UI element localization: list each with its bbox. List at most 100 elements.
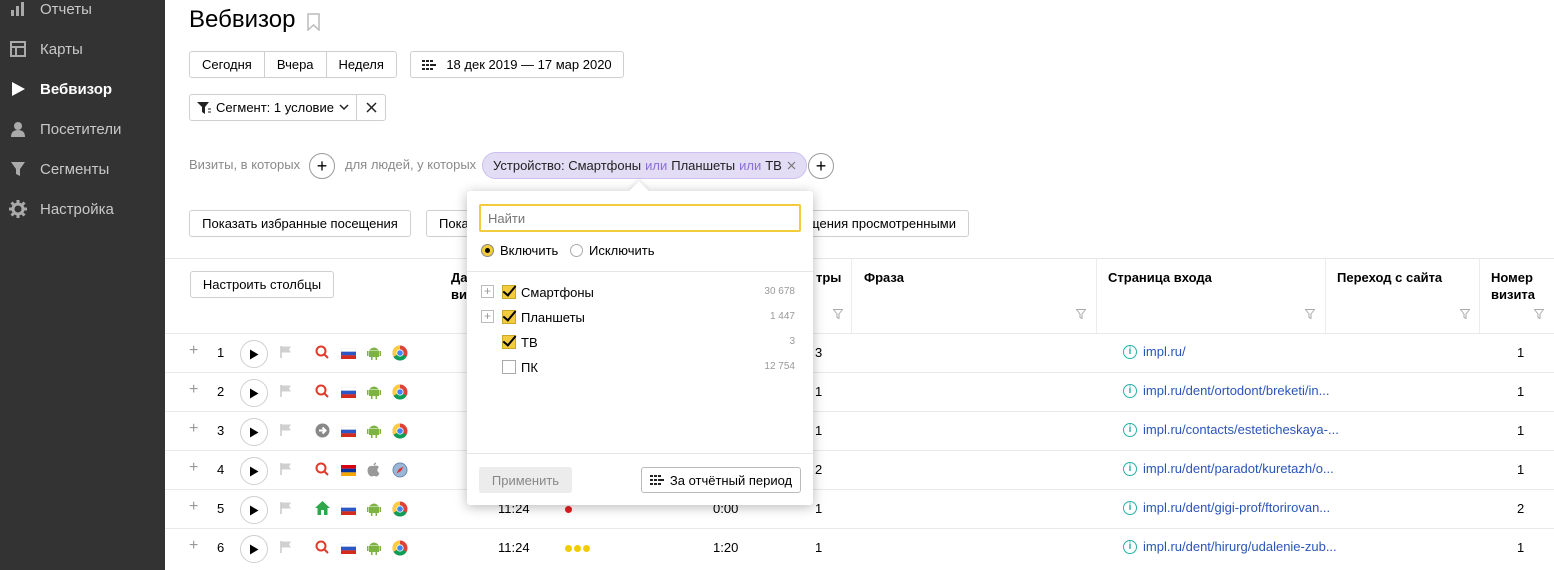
sidebar-item-webvisor[interactable]: Вебвизор	[0, 71, 165, 107]
expand-row-icon[interactable]: +	[189, 537, 198, 555]
play-icon	[9, 80, 27, 98]
flag-icon[interactable]	[280, 424, 292, 439]
page-views: 1	[815, 540, 823, 555]
flag-icon[interactable]	[280, 346, 292, 361]
android-icon	[367, 540, 381, 558]
device-condition-chip[interactable]: Устройство: Смартфоны или Планшеты или Т…	[482, 152, 807, 179]
info-icon[interactable]: i	[1123, 422, 1137, 437]
expand-row-icon[interactable]: +	[189, 459, 198, 477]
checkbox[interactable]	[502, 360, 516, 374]
option-pc[interactable]: ПК 12 754	[467, 356, 813, 381]
entry-page-link[interactable]: i impl.ru/contacts/esteticheskaya-...	[1123, 422, 1339, 437]
checkbox[interactable]	[502, 310, 516, 324]
sidebar-item-reports[interactable]: Отчеты	[0, 0, 165, 27]
radio-dot	[481, 244, 494, 257]
expand-icon[interactable]: +	[481, 310, 494, 323]
column-header-date[interactable]: Да	[451, 270, 468, 285]
column-header-referrer[interactable]: Переход с сайта	[1337, 270, 1442, 285]
sidebar-item-settings[interactable]: Настройка	[0, 191, 165, 227]
row-number: 4	[217, 462, 225, 477]
apply-button[interactable]: Применить	[479, 467, 572, 493]
filter-icon[interactable]	[1459, 307, 1471, 322]
filter-icon[interactable]	[1304, 307, 1316, 322]
sidebar-item-segments[interactable]: Сегменты	[0, 151, 165, 187]
entry-page-url[interactable]: impl.ru/dent/gigi-prof/ftorirovan...	[1143, 500, 1330, 515]
expand-row-icon[interactable]: +	[189, 342, 198, 360]
chrome-icon	[392, 501, 408, 520]
entry-page-link[interactable]: i impl.ru/dent/hirurg/udalenie-zub...	[1123, 539, 1337, 554]
entry-page-url[interactable]: impl.ru/dent/paradot/kuretazh/o...	[1143, 461, 1334, 476]
expand-row-icon[interactable]: +	[189, 498, 198, 516]
info-icon[interactable]: i	[1123, 461, 1137, 476]
play-button[interactable]	[240, 535, 268, 563]
column-header-entry-page[interactable]: Страница входа	[1108, 270, 1212, 285]
flag-icon[interactable]	[280, 385, 292, 400]
column-header-visit-number-2: визита	[1491, 287, 1536, 302]
play-button[interactable]	[240, 418, 268, 446]
sidebar-item-visitors[interactable]: Посетители	[0, 111, 165, 147]
visit-number: 1	[1517, 384, 1525, 399]
flag-icon[interactable]	[280, 463, 292, 478]
include-radio[interactable]: Включить	[481, 243, 558, 258]
option-count: 1 447	[769, 311, 795, 322]
search-input[interactable]	[479, 204, 801, 232]
entry-page-url[interactable]: impl.ru/contacts/esteticheskaya-...	[1143, 422, 1339, 437]
info-icon[interactable]: i	[1123, 344, 1137, 359]
add-people-condition-button[interactable]: +	[808, 153, 834, 179]
entry-page-link[interactable]: i impl.ru/dent/paradot/kuretazh/o...	[1123, 461, 1334, 476]
entry-page-url[interactable]: impl.ru/dent/ortodont/breketi/in...	[1143, 383, 1329, 398]
week-button[interactable]: Неделя	[327, 52, 396, 77]
checkbox[interactable]	[502, 335, 516, 349]
apple-icon	[367, 462, 380, 480]
mark-viewed-button[interactable]: щения просмотренными	[790, 210, 969, 237]
info-icon[interactable]: i	[1123, 500, 1137, 515]
option-tv[interactable]: ТВ 3	[467, 331, 813, 356]
sidebar-item-maps[interactable]: Карты	[0, 31, 165, 67]
expand-row-icon[interactable]: +	[189, 381, 198, 399]
add-visit-condition-button[interactable]: +	[309, 153, 335, 179]
sidebar-item-label: Сегменты	[40, 160, 110, 178]
option-smartphones[interactable]: + Смартфоны 30 678	[467, 281, 813, 306]
expand-icon[interactable]: +	[481, 285, 494, 298]
visit-number: 1	[1517, 423, 1525, 438]
play-button[interactable]	[240, 379, 268, 407]
visit-number: 1	[1517, 540, 1525, 555]
option-tablets[interactable]: + Планшеты 1 447	[467, 306, 813, 331]
date-range-button[interactable]: 18 дек 2019 — 17 мар 2020	[410, 51, 624, 78]
bookmark-icon[interactable]	[307, 13, 320, 34]
play-button[interactable]	[240, 340, 268, 368]
entry-page-url[interactable]: impl.ru/dent/hirurg/udalenie-zub...	[1143, 539, 1337, 554]
info-icon[interactable]: i	[1123, 539, 1137, 554]
today-button[interactable]: Сегодня	[190, 52, 265, 77]
entry-page-link[interactable]: i impl.ru/dent/ortodont/breketi/in...	[1123, 383, 1329, 398]
filter-icon[interactable]	[832, 307, 844, 322]
flag-icon[interactable]	[280, 502, 292, 517]
option-label: ПК	[521, 360, 538, 375]
column-header-phrase[interactable]: Фраза	[864, 270, 904, 285]
play-icon	[250, 349, 259, 359]
entry-page-link[interactable]: i impl.ru/	[1123, 344, 1186, 359]
checkbox[interactable]	[502, 285, 516, 299]
flag-icon[interactable]	[280, 541, 292, 556]
play-button[interactable]	[240, 457, 268, 485]
play-button[interactable]	[240, 496, 268, 524]
column-header-views[interactable]: тры	[816, 270, 841, 285]
column-header-visit-number[interactable]: Номер	[1491, 270, 1533, 285]
table-row: +2 1 i impl.ru/dent/ortodont/breketi/in... 1	[165, 372, 1554, 411]
filter-icon[interactable]	[1075, 307, 1087, 322]
segment-button[interactable]: Сегмент: 1 условие	[189, 94, 357, 121]
show-favorites-button[interactable]: Показать избранные посещения	[189, 210, 411, 237]
clear-segment-button[interactable]	[357, 94, 386, 121]
close-icon[interactable]	[787, 161, 796, 170]
info-icon[interactable]: i	[1123, 383, 1137, 398]
entry-page-link[interactable]: i impl.ru/dent/gigi-prof/ftorirovan...	[1123, 500, 1330, 515]
filter-icon[interactable]	[1533, 307, 1545, 322]
yesterday-button[interactable]: Вчера	[265, 52, 327, 77]
entry-page-url[interactable]: impl.ru/	[1143, 344, 1186, 359]
exclude-radio[interactable]: Исключить	[570, 243, 655, 258]
expand-row-icon[interactable]: +	[189, 420, 198, 438]
reporting-period-button[interactable]: За отчётный период	[641, 467, 801, 493]
device-filter-popup: Включить Исключить + Смартфоны 30 678 + …	[467, 191, 813, 505]
configure-columns-button[interactable]: Настроить столбцы	[190, 271, 334, 298]
home-source-icon	[315, 501, 330, 518]
